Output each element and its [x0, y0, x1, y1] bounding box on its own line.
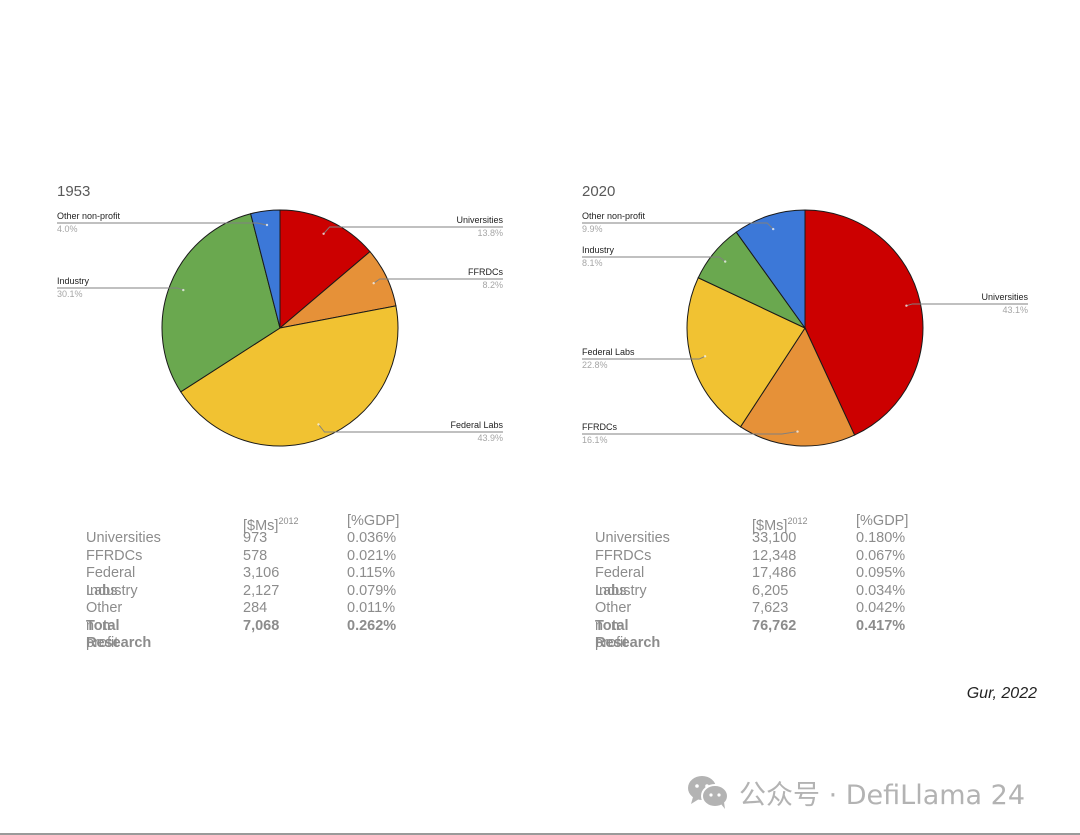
row-gdp: 0.095% [856, 565, 906, 581]
slice-value-label: 30.1% [57, 289, 83, 299]
leader-dot [182, 288, 185, 292]
chart-title: 1953 [57, 183, 90, 200]
row-label: Total Research [86, 617, 152, 652]
row-gdp: 0.180% [856, 530, 906, 546]
slice-label: Other non-profit [582, 211, 646, 221]
row-gdp: 0.067% [856, 547, 906, 564]
row-dollars: 6,205 [752, 582, 789, 599]
watermark: 公众号 · DefiLlama 24 [687, 772, 1025, 812]
slice-value-label: 9.9% [582, 224, 603, 234]
row-gdp: 0.021% [347, 547, 397, 564]
slice-value-label: 13.8% [477, 228, 503, 238]
leader-dot [724, 260, 727, 263]
row-label: Universities [86, 530, 161, 546]
slice-label: Industry [582, 245, 615, 255]
row-gdp: 0.417% [856, 617, 906, 634]
header-superscript: 2012 [278, 516, 299, 526]
slice-label: Universities [981, 292, 1028, 302]
slice-value-label: 16.1% [582, 435, 608, 445]
row-dollars: 12,348 [752, 547, 797, 564]
slice-label: Other non-profit [57, 211, 121, 221]
slice-label: Industry [57, 276, 90, 286]
leader-dot [772, 227, 775, 231]
pie-chart-1953: 1953 Universities 13.8% FFRDCs 8.2% Federal … [57, 183, 503, 447]
slice-label: Universities [456, 215, 503, 225]
row-dollars: 973 [243, 530, 268, 546]
leader-dot [703, 355, 707, 358]
row-dollars: 284 [243, 600, 268, 616]
row-gdp: 0.262% [347, 617, 397, 634]
row-gdp: 0.011% [347, 600, 396, 616]
slice-value-label: 43.9% [477, 433, 503, 443]
watermark-text: 公众号 · DefiLlama 24 [739, 779, 1026, 811]
slice-label: Federal Labs [582, 347, 635, 357]
row-dollars: 578 [243, 547, 268, 564]
row-gdp: 0.115% [347, 565, 396, 581]
slice-label: Federal Labs [450, 420, 503, 430]
leader-dot [905, 304, 908, 307]
column-header-gdp: [%GDP] [347, 513, 400, 529]
row-dollars: 76,762 [752, 617, 797, 634]
slice-value-label: 8.2% [482, 280, 503, 290]
charts-canvas: 1953 Universities 13.8% FFRDCs 8.2% Federal … [57, 183, 1028, 447]
chart-title: 2020 [582, 183, 615, 200]
slice-label: FFRDCs [582, 422, 617, 432]
row-gdp: 0.034% [856, 582, 906, 599]
row-dollars: 3,106 [243, 565, 280, 581]
wechat-icon [687, 775, 729, 809]
row-label: Industry [595, 582, 647, 599]
leader-dot [317, 423, 320, 426]
row-gdp: 0.042% [856, 600, 906, 616]
row-dollars: 2,127 [243, 582, 280, 599]
row-label: Total Research [595, 617, 661, 652]
header-superscript: 2012 [787, 516, 808, 526]
leader-line [582, 256, 726, 262]
row-label: Industry [86, 582, 138, 599]
row-gdp: 0.036% [347, 530, 397, 546]
row-label: FFRDCs [595, 547, 652, 564]
leader-dot [796, 430, 799, 433]
pie-chart-2020: 2020 Universities 43.1% FFRDCs 16.1% Federal… [582, 183, 1028, 447]
slice-value-label: 22.8% [582, 360, 608, 370]
slice-value-label: 4.0% [57, 224, 78, 234]
leader-dot [322, 232, 325, 235]
row-dollars: 7,068 [243, 617, 280, 634]
row-label: FFRDCs [86, 547, 143, 564]
leader-dot [265, 223, 269, 227]
citation: Gur, 2022 [966, 685, 1037, 702]
slice-label: FFRDCs [468, 267, 503, 277]
row-dollars: 7,623 [752, 600, 789, 616]
leader-dot [372, 282, 375, 285]
row-dollars: 33,100 [752, 530, 797, 546]
row-dollars: 17,486 [752, 565, 797, 581]
slice-value-label: 43.1% [1002, 305, 1028, 315]
row-gdp: 0.079% [347, 582, 397, 599]
row-label: Universities [595, 530, 670, 546]
slice-value-label: 8.1% [582, 258, 603, 268]
column-header-gdp: [%GDP] [856, 513, 909, 529]
